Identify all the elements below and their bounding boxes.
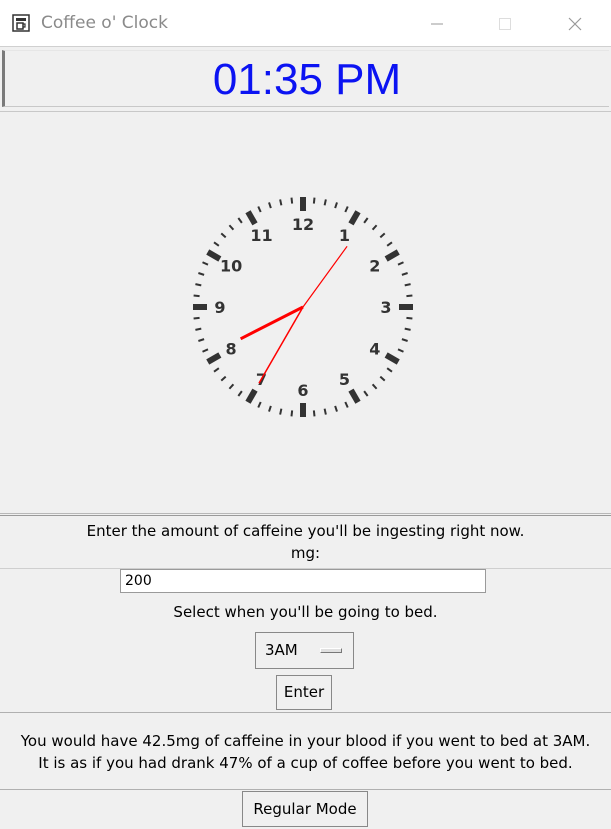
minute-tick [279,199,283,206]
minute-tick [220,232,227,239]
digital-clock: 01:35 PM [2,50,609,107]
bedtime-selected-value: 3AM [265,641,298,659]
analog-clock: 121234567891011 [193,197,413,417]
enter-button[interactable]: Enter [276,675,332,710]
clock-number: 9 [214,298,225,317]
hour-tick [384,352,400,365]
close-button[interactable] [552,0,598,46]
minute-tick [397,261,404,266]
minute-tick [344,206,349,213]
minute-tick [401,338,408,342]
minute-tick [379,375,386,382]
minute-tick [213,241,220,247]
clock-number: 10 [220,257,242,276]
minute-tick [228,224,235,231]
minimize-button[interactable] [414,0,460,46]
minute-tick [397,348,404,353]
window-title: Coffee o' Clock [41,13,168,33]
minute-tick [290,410,294,417]
minute-tick [268,405,272,412]
minute-tick [257,401,262,408]
minute-tick [193,316,200,320]
minute-tick [268,202,272,209]
clock-number: 6 [297,381,308,400]
minute-tick [406,294,413,298]
minute-tick [195,283,202,287]
minute-tick [363,390,369,397]
minute-tick [220,375,227,382]
minute-tick [386,241,393,247]
hour-tick [245,388,258,404]
minute-tick [379,232,386,239]
minimize-icon [431,23,443,24]
clock-number: 12 [292,215,314,234]
minute-tick [193,294,200,298]
minute-tick [198,338,205,342]
minute-tick [406,316,413,320]
result-line-1: You would have 42.5mg of caffeine in you… [20,732,591,750]
title-bar: Coffee o' Clock [0,0,611,47]
caffeine-prompt: Enter the amount of caffeine you'll be i… [86,522,525,540]
coffee-machine-icon [12,14,30,32]
minute-tick [363,217,369,224]
input-panel: Enter the amount of caffeine you'll be i… [0,515,611,713]
analog-clock-panel: 121234567891011 [0,111,611,514]
minute-tick [195,327,202,331]
minute-tick [279,408,283,415]
option-menu-indicator-icon [320,648,342,653]
result-line-2: It is as if you had drank 47% of a cup o… [38,754,573,772]
minute-tick [257,206,262,213]
minute-tick [202,348,209,353]
minute-tick [371,383,378,390]
minute-tick [344,401,349,408]
minute-tick [401,272,408,276]
clock-number: 5 [339,370,350,389]
minute-tick [198,272,205,276]
minute-tick [404,327,411,331]
hour-tick [348,210,361,226]
result-panel: You would have 42.5mg of caffeine in you… [0,714,611,790]
minute-tick [404,283,411,287]
mg-label: mg: [290,544,321,562]
clock-number: 3 [380,298,391,317]
minute-tick [312,197,316,204]
bedtime-prompt: Select when you'll be going to bed. [173,603,438,621]
bedtime-select[interactable]: 3AM [255,632,354,669]
regular-mode-button[interactable]: Regular Mode [242,791,368,827]
hour-tick [245,210,258,226]
clock-number: 4 [369,340,380,359]
minute-tick [323,199,327,206]
minute-tick [371,224,378,231]
minute-tick [237,390,243,397]
minute-tick [334,405,338,412]
minute-tick [237,217,243,224]
caffeine-mg-input[interactable] [120,569,486,593]
close-icon [568,17,582,30]
minute-tick [323,408,327,415]
hour-tick [348,388,361,404]
clock-number: 2 [369,257,380,276]
hour-tick [206,352,222,365]
minute-tick [290,197,294,204]
minute-tick [228,383,235,390]
maximize-icon [499,17,511,30]
clock-number: 8 [226,340,237,359]
minute-tick [312,410,316,417]
minute-tick [202,261,209,266]
minute-tick [213,367,220,373]
minute-tick [386,367,393,373]
minute-tick [334,202,338,209]
hour-tick [384,249,400,262]
clock-number: 11 [250,226,272,245]
second-hand [302,245,348,308]
hour-tick [206,249,222,262]
maximize-button[interactable] [482,0,528,46]
clock-number: 1 [339,226,350,245]
